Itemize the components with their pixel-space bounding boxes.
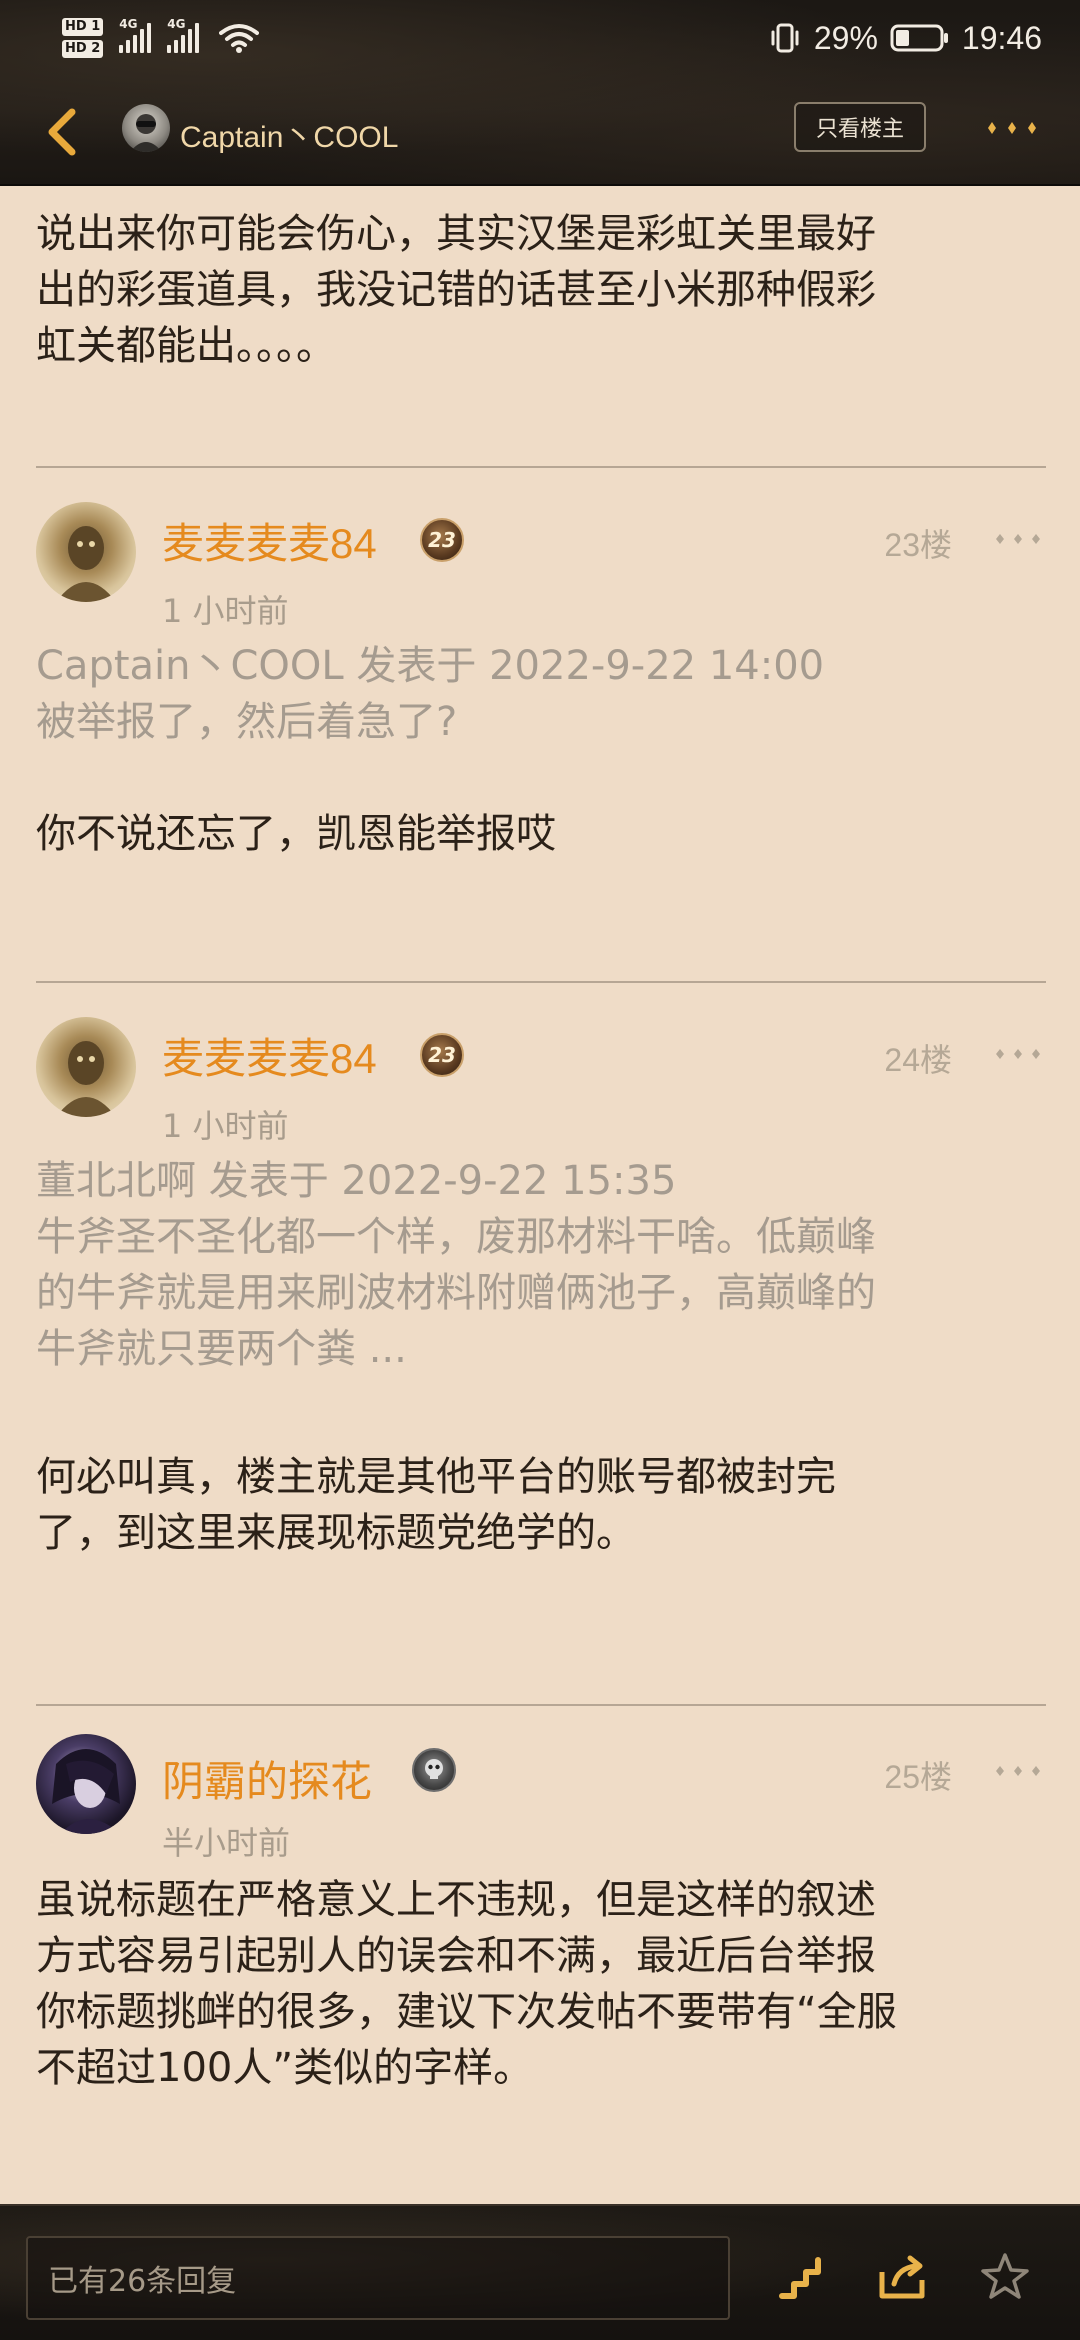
quote-line: 牛斧圣不圣化都一个样，废那材料干啥。低巅峰 (36, 1214, 876, 1260)
reply-body: Captain丶COOL 发表于 2022-9-22 14:00 被举报了，然后… (36, 638, 1046, 862)
reply-line: 你标题挑衅的很多，建议下次发帖不要带有“全服 (36, 1989, 897, 2035)
quote-line: 的牛斧就是用来刷波材料附赠俩池子，高巅峰的 (36, 1270, 876, 1316)
hd2-badge: HD 2 (62, 40, 104, 58)
reply-text: 何必叫真，楼主就是其他平台的账号都被封完 了，到这里来展现标题党绝学的。 (36, 1449, 1046, 1561)
floor-number: 24楼 (884, 1042, 952, 1078)
page-title[interactable]: Captain丶COOL (180, 112, 398, 156)
stairs-icon[interactable] (776, 2250, 830, 2304)
share-icon[interactable] (876, 2250, 930, 2304)
chevron-left-icon[interactable] (40, 104, 84, 160)
signal-1-icon: 4G (119, 17, 152, 53)
op-only-button[interactable]: 只看楼主 (794, 102, 926, 152)
bottom-bar: 已有26条回复 (0, 2204, 1080, 2340)
username[interactable]: 阴霸的探花 (162, 1748, 372, 1809)
reply-line: 了，到这里来展现标题党绝学的。 (36, 1510, 636, 1556)
reply-line: 方式容易引起别人的误会和不满，最近后台举报 (36, 1933, 876, 1979)
battery-icon (890, 24, 948, 52)
more-dots-icon[interactable] (992, 1764, 1044, 1778)
quote-block: Captain丶COOL 发表于 2022-9-22 14:00 被举报了，然后… (36, 638, 1046, 750)
floor-number: 25楼 (884, 1759, 952, 1795)
status-left: HD 1 HD 2 4G 4G (62, 10, 260, 66)
avatar[interactable] (36, 1017, 136, 1117)
reply-line: 虽说标题在严格意义上不违规，但是这样的叙述 (36, 1877, 876, 1923)
reply-text: 你不说还忘了，凯恩能举报哎 (36, 806, 1046, 862)
quote-line: 牛斧就只要两个粪 ... (36, 1326, 407, 1372)
status-bar: HD 1 HD 2 4G 4G 29% 19:46 (0, 0, 1080, 76)
post-line: 虹关都能出。。。。 (36, 323, 336, 369)
reply-line: 你不说还忘了，凯恩能举报哎 (36, 811, 556, 857)
level-badge: 23 (420, 1033, 464, 1077)
skull-badge-icon (412, 1748, 456, 1792)
level-badge: 23 (420, 518, 464, 562)
network-1-label: 4G (119, 17, 138, 31)
more-dots-icon[interactable] (992, 532, 1044, 546)
post-line: 出的彩蛋道具，我没记错的话甚至小米那种假彩 (36, 267, 876, 313)
hd-badges: HD 1 HD 2 (62, 18, 104, 58)
more-dots-icon[interactable] (982, 116, 1042, 140)
avatar[interactable] (36, 1734, 136, 1834)
divider (36, 1704, 1046, 1706)
hd1-badge: HD 1 (62, 18, 104, 36)
floor-number: 23楼 (884, 527, 952, 563)
top-header: HD 1 HD 2 4G 4G 29% 19:46 Captain丶COOL 只… (0, 0, 1080, 186)
quote-line: 被举报了，然后着急了? (36, 699, 458, 745)
thread-content: 说出来你可能会伤心，其实汉堡是彩虹关里最好 出的彩蛋道具，我没记错的话甚至小米那… (0, 186, 1080, 2204)
reply-text: 虽说标题在严格意义上不违规，但是这样的叙述 方式容易引起别人的误会和不满，最近后… (36, 1872, 1046, 2096)
divider (36, 466, 1046, 468)
star-icon[interactable] (978, 2250, 1032, 2304)
battery-percent: 29% (813, 19, 878, 56)
post-line: 说出来你可能会伤心，其实汉堡是彩虹关里最好 (36, 211, 876, 257)
wifi-icon (219, 24, 260, 53)
network-2-label: 4G (167, 17, 186, 31)
reply-input[interactable]: 已有26条回复 (26, 2236, 730, 2320)
clock: 19:46 (961, 19, 1042, 56)
nav-bar: Captain丶COOL 只看楼主 (0, 96, 1080, 168)
username[interactable]: 麦麦麦麦84 (162, 1025, 377, 1086)
vibrate-icon (771, 23, 799, 53)
reply-time: 1 小时前 (162, 592, 289, 630)
divider (36, 981, 1046, 983)
reply-time: 1 小时前 (162, 1107, 289, 1145)
username[interactable]: 麦麦麦麦84 (162, 510, 377, 571)
author-avatar[interactable] (122, 104, 170, 152)
post-text: 说出来你可能会伤心，其实汉堡是彩虹关里最好 出的彩蛋道具，我没记错的话甚至小米那… (36, 206, 1046, 374)
signal-2-icon: 4G (167, 17, 200, 53)
reply-body: 董北北啊 发表于 2022-9-22 15:35 牛斧圣不圣化都一个样，废那材料… (36, 1153, 1046, 1561)
reply-line: 何必叫真，楼主就是其他平台的账号都被封完 (36, 1454, 836, 1500)
reply-time: 半小时前 (162, 1824, 291, 1862)
avatar[interactable] (36, 502, 136, 602)
quote-line: Captain丶COOL 发表于 2022-9-22 14:00 (36, 643, 825, 689)
status-right: 29% 19:46 (768, 10, 1042, 66)
more-dots-icon[interactable] (992, 1047, 1044, 1061)
quote-block: 董北北啊 发表于 2022-9-22 15:35 牛斧圣不圣化都一个样，废那材料… (36, 1153, 1046, 1377)
reply-line: 不超过100人”类似的字样。 (36, 2045, 534, 2091)
quote-line: 董北北啊 发表于 2022-9-22 15:35 (36, 1158, 677, 1204)
